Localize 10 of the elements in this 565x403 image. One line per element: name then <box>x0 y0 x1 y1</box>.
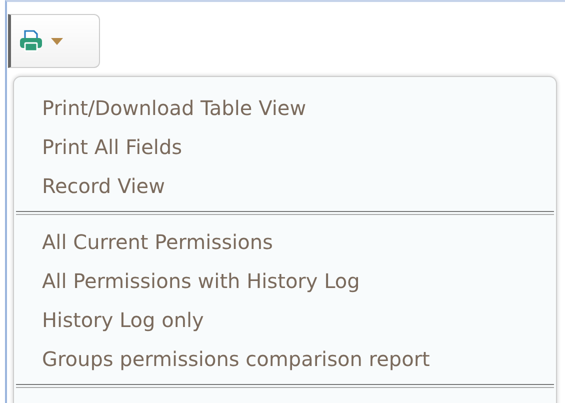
menu-item[interactable]: Record View <box>16 167 554 206</box>
menu-item[interactable]: Groups permissions comparison report <box>16 340 554 379</box>
printer-icon <box>19 30 43 52</box>
menu-item[interactable]: All Current Permissions <box>16 223 554 262</box>
menu-item[interactable]: All Permissions with History Log <box>16 262 554 301</box>
print-dropdown-button[interactable] <box>8 14 100 68</box>
menu-item[interactable]: History Log only <box>16 301 554 340</box>
menu-item[interactable]: Print/Download Table View <box>16 89 554 128</box>
menu-item[interactable]: Print All Fields <box>16 128 554 167</box>
caret-icon <box>51 38 63 44</box>
